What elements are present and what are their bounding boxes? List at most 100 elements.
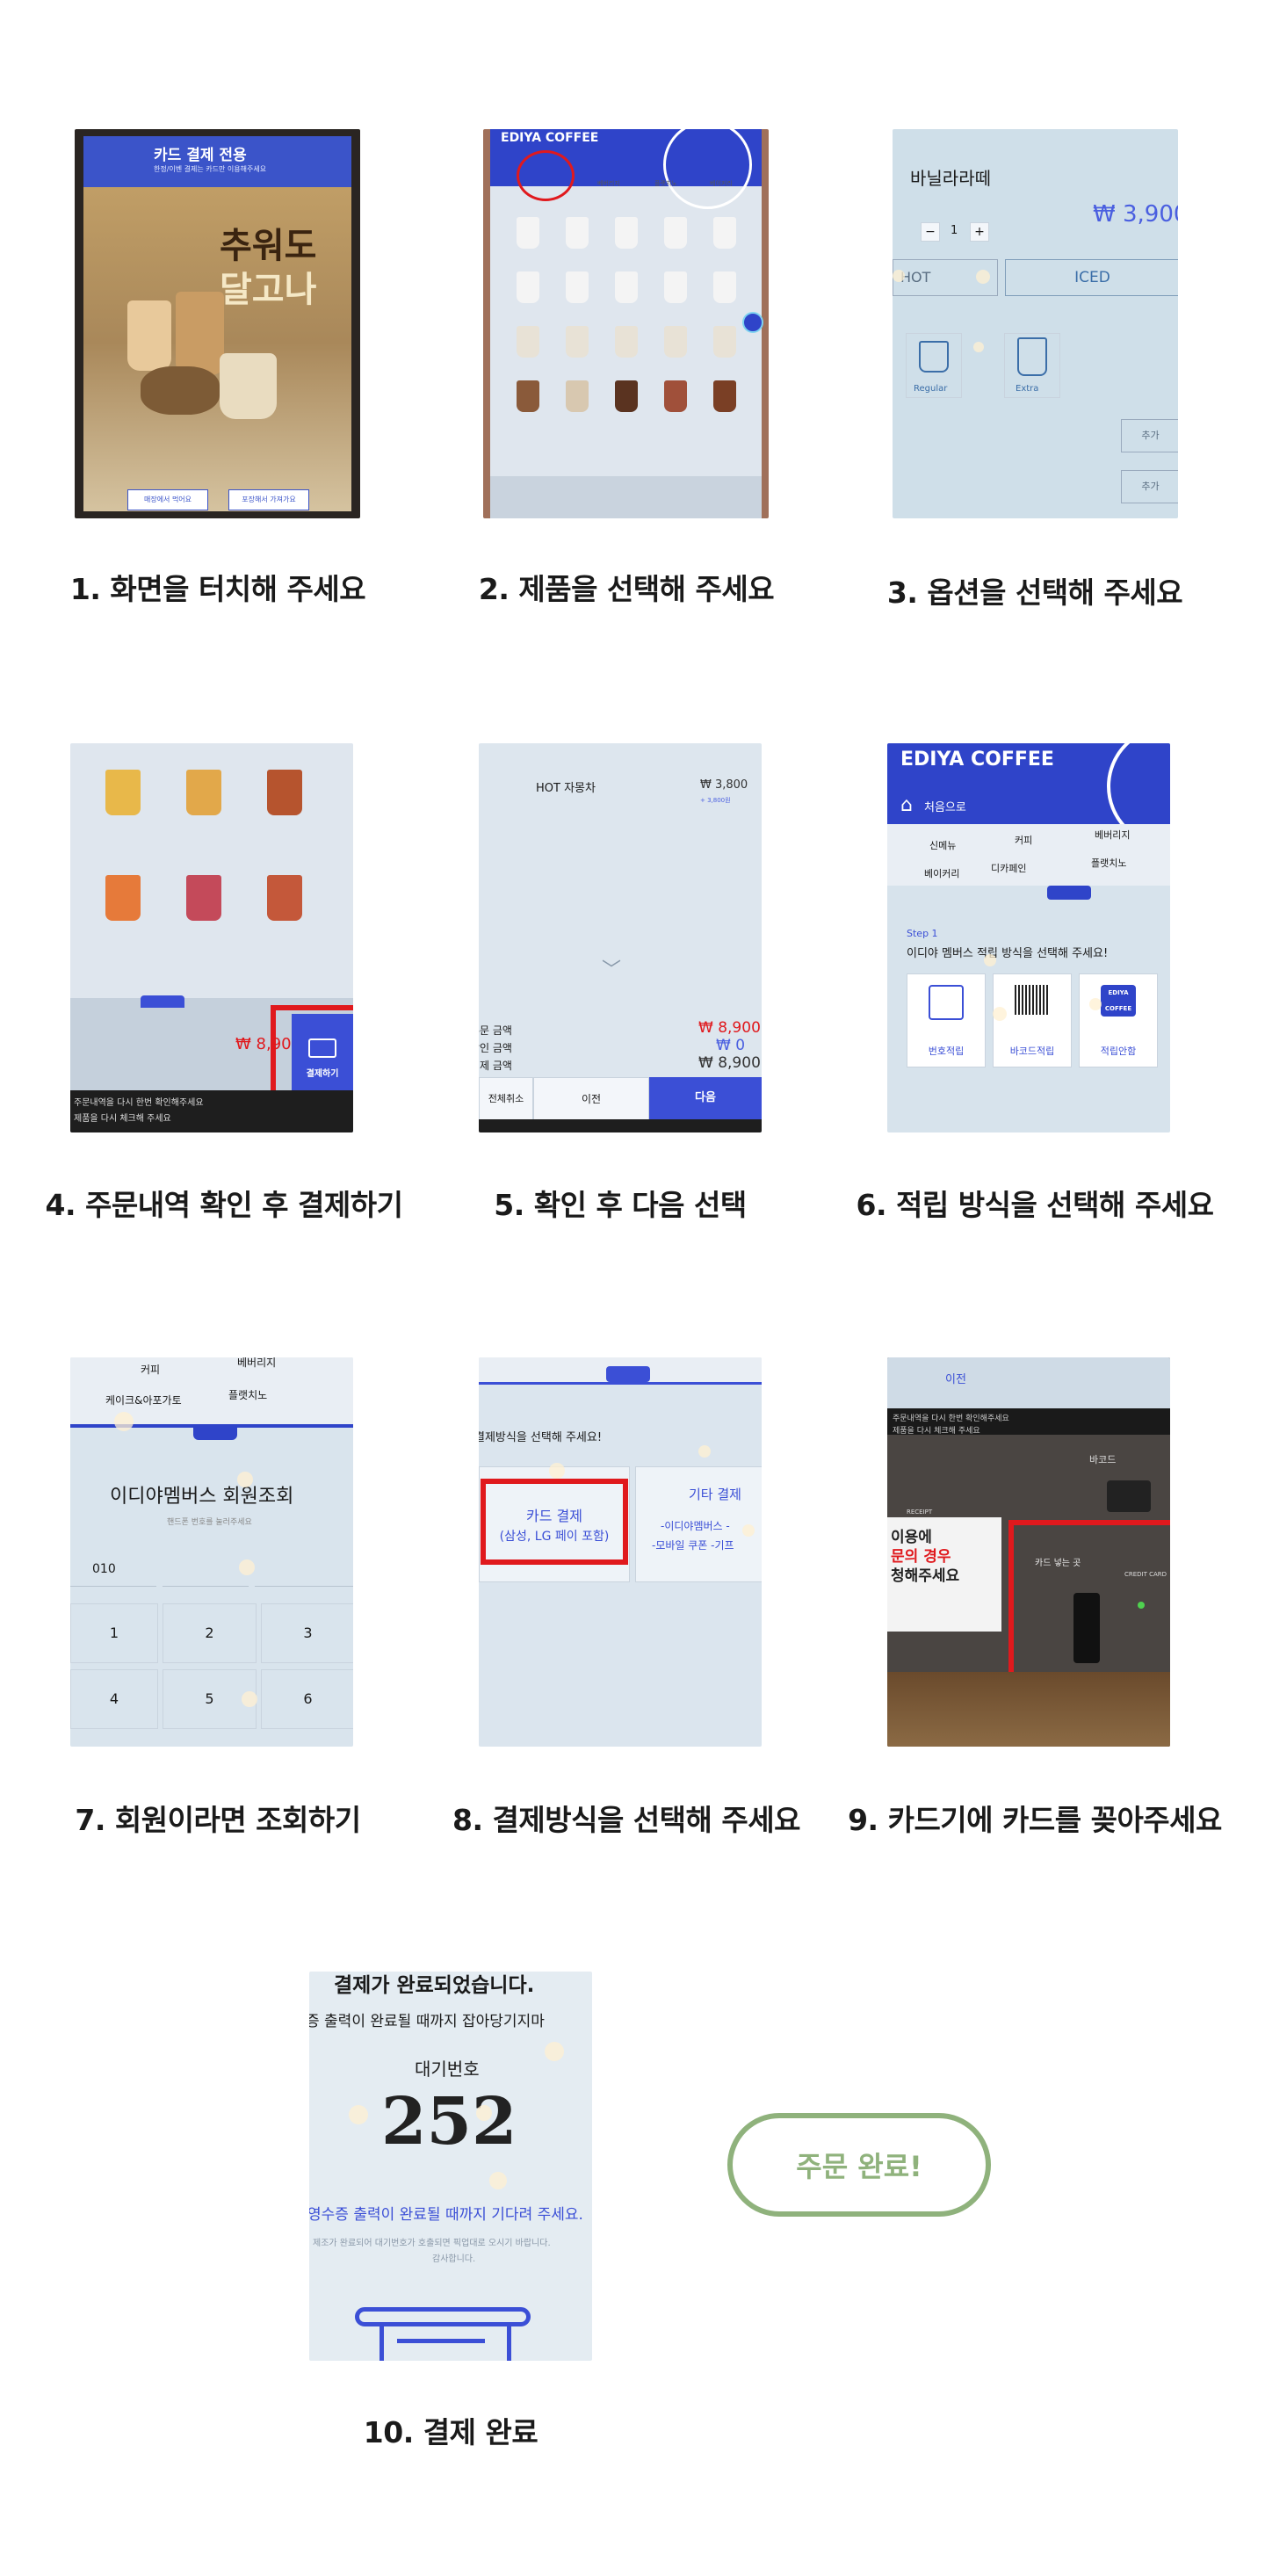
step7-caption: 7. 회원이라면 조회하기 <box>75 1803 361 1837</box>
add-button-1[interactable]: 추가 <box>1121 419 1178 452</box>
nav-flatccino[interactable]: 플랫치노 <box>1091 856 1126 870</box>
complete-line-4: 제조가 완료되어 대기번호가 호출되면 픽업대로 오시기 바랍니다. <box>313 2239 551 2248</box>
step5-screenshot: HOT 자몽차 ₩ 3,800 + 3,800원 ﹀ 주문 금액 ₩ 8,900… <box>479 743 762 1132</box>
product-cup-icon[interactable] <box>566 326 589 358</box>
step8-screenshot: 결제방식을 선택해 주세요! 카드 결제 (삼성, LG 페이 포함) 기타 결… <box>479 1357 762 1747</box>
nav-flatccino[interactable]: 플랫치노 <box>228 1387 267 1402</box>
add-button-2[interactable]: 추가 <box>1121 470 1178 503</box>
step10-screenshot: 결제가 완료되었습니다. 증 출력이 완료될 때까지 잡아당기지마 대기번호 2… <box>309 1972 592 2361</box>
step1-screenshot: 카드 결제 전용 한정/이벤 결제는 카드만 이용해주세요 추워도 달고나 매장… <box>75 129 360 518</box>
dine-in-button[interactable]: 매장에서 먹어요 <box>127 489 208 510</box>
product-cup-icon[interactable] <box>664 271 687 303</box>
phone-prefix-field[interactable]: 010 <box>70 1552 156 1587</box>
product-cup-icon[interactable] <box>517 271 539 303</box>
cart-item: HOT 자몽차 <box>536 782 596 795</box>
phone-last-field[interactable] <box>255 1552 353 1587</box>
next-button[interactable]: 다음 <box>649 1077 762 1119</box>
complete-line-5: 감사합니다. <box>432 2254 476 2264</box>
cup-icon <box>919 341 949 373</box>
product-cup-icon[interactable] <box>664 326 687 358</box>
qty-minus[interactable]: − <box>921 222 940 242</box>
notice-2: 제품을 다시 체크해 주세요 <box>74 1114 171 1124</box>
step2-screenshot: EDIYA COFFEE COFFEE 베버리지 플랫치노 베이커리 <box>483 129 769 518</box>
nav-beverage[interactable]: 베버리지 <box>237 1357 276 1370</box>
step2-caption: 2. 제품을 선택해 주세요 <box>478 572 775 606</box>
key-3[interactable]: 3 <box>261 1603 353 1663</box>
key-1[interactable]: 1 <box>70 1603 158 1663</box>
nav-coffee[interactable]: 커피 <box>141 1362 160 1377</box>
product-cup-icon[interactable] <box>713 271 736 303</box>
product-cup-icon[interactable] <box>517 326 539 358</box>
tab-flatccino[interactable]: 플랫치노 <box>654 179 677 188</box>
notice-1: 주문내역을 다시 한번 확인해주세요 <box>74 1098 204 1108</box>
product-cup-icon[interactable] <box>615 326 638 358</box>
nav-beverage[interactable]: 베버리지 <box>1095 828 1130 842</box>
ediya-logo-icon: EDIYA COFFEE <box>1101 985 1136 1017</box>
step5-caption: 5. 확인 후 다음 선택 <box>494 1188 747 1222</box>
highlight-box <box>481 1479 628 1565</box>
key-2[interactable]: 2 <box>163 1603 257 1663</box>
step1-caption: 1. 화면을 터치해 주세요 <box>69 572 366 606</box>
discount-value: ₩ 0 <box>716 1037 746 1054</box>
product-cup-icon[interactable] <box>517 380 539 412</box>
product-cup-icon[interactable] <box>566 217 589 249</box>
product-cup-icon[interactable] <box>186 770 221 815</box>
product-cup-icon[interactable] <box>517 217 539 249</box>
product-cup-icon[interactable] <box>267 770 302 815</box>
no-point-option[interactable]: EDIYA COFFEE 적립안함 <box>1079 973 1158 1067</box>
step4-caption: 4. 주문내역 확인 후 결제하기 <box>45 1188 403 1222</box>
size-regular[interactable]: Regular <box>906 333 962 398</box>
product-cup-icon[interactable] <box>267 875 302 921</box>
product-cup-icon[interactable] <box>566 380 589 412</box>
qty-plus[interactable]: + <box>970 222 989 242</box>
product-title: 바닐라라떼 <box>910 168 991 189</box>
phone-mid-field[interactable] <box>163 1552 249 1587</box>
product-cup-icon[interactable] <box>186 875 221 921</box>
takeout-button[interactable]: 포장해서 가져가요 <box>228 489 309 510</box>
cart-item-price: ₩ 3,800 <box>700 778 748 792</box>
key-6[interactable]: 6 <box>261 1669 353 1729</box>
step8-caption: 8. 결제방식을 선택해 주세요 <box>452 1803 800 1837</box>
product-cup-icon[interactable] <box>615 380 638 412</box>
cup-icon <box>1017 337 1047 376</box>
other-payment-option[interactable]: 기타 결제 -이디야멤버스 - -모바일 쿠폰 -기프 <box>635 1466 762 1582</box>
tab-bakery[interactable]: 베이커리 <box>710 179 733 188</box>
home-button[interactable]: 처음으로 <box>924 798 966 814</box>
iced-option[interactable]: ICED <box>1005 259 1178 296</box>
phone-number-option[interactable]: 번호적립 <box>907 973 986 1067</box>
product-cup-icon[interactable] <box>713 380 736 412</box>
product-cup-icon[interactable] <box>713 326 736 358</box>
nav-decaf[interactable]: 디카페인 <box>991 861 1026 875</box>
product-cup-icon[interactable] <box>615 217 638 249</box>
headline-2: 달고나 <box>220 269 317 310</box>
receipt-label: RECEIPT <box>907 1509 933 1516</box>
nav-new[interactable]: 신메뉴 <box>929 838 956 852</box>
barcode-label: 바코드 <box>1089 1454 1117 1465</box>
order-complete-button[interactable]: 주문 완료! <box>727 2113 991 2217</box>
warning-3: 청해주세요 <box>891 1567 960 1585</box>
qty-value: 1 <box>951 224 958 237</box>
product-cup-icon[interactable] <box>664 217 687 249</box>
kiosk-header-text: 카드 결제 전용 <box>154 147 247 164</box>
payment-prompt: 결제방식을 선택해 주세요! <box>479 1431 603 1444</box>
product-cup-icon[interactable] <box>566 271 589 303</box>
nav-cake[interactable]: 케이크&아포가토 <box>105 1393 182 1407</box>
barcode-option[interactable]: 바코드적립 <box>993 973 1072 1067</box>
complete-line-3: 영수증 출력이 완료될 때까지 기다려 주세요. <box>309 2206 583 2224</box>
size-extra[interactable]: Extra <box>1004 333 1060 398</box>
cancel-all-button[interactable]: 전체취소 <box>479 1077 533 1121</box>
step6-caption: 6. 적립 방식을 선택해 주세요 <box>856 1188 1214 1222</box>
product-cup-icon[interactable] <box>105 875 141 921</box>
tab-beverage[interactable]: 베버리지 <box>597 179 620 188</box>
product-cup-icon[interactable] <box>713 217 736 249</box>
nav-coffee[interactable]: 커피 <box>1015 833 1032 847</box>
prev-button[interactable]: 이전 <box>533 1077 649 1121</box>
home-icon[interactable]: ⌂ <box>900 794 913 816</box>
product-cup-icon[interactable] <box>664 380 687 412</box>
nav-bakery[interactable]: 베이커리 <box>924 866 959 880</box>
prev-button[interactable]: 이전 <box>945 1370 966 1386</box>
step6-screenshot: EDIYA COFFEE ⌂ 처음으로 커피 베버리지 신메뉴 베이커리 디카페… <box>887 743 1170 1132</box>
product-cup-icon[interactable] <box>615 271 638 303</box>
product-cup-icon[interactable] <box>105 770 141 815</box>
key-4[interactable]: 4 <box>70 1669 158 1729</box>
